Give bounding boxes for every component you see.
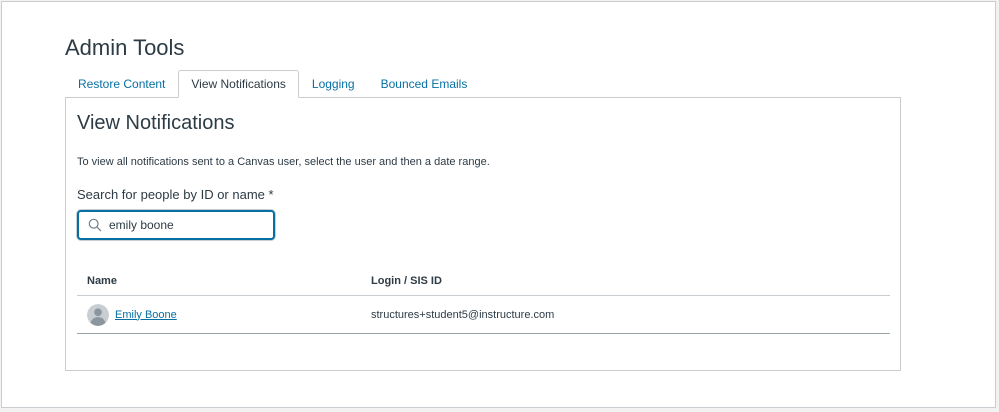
view-notifications-panel: View Notifications To view all notificat…: [65, 97, 901, 371]
panel-title: View Notifications: [77, 112, 235, 134]
page-title: Admin Tools: [65, 35, 185, 60]
search-input[interactable]: [109, 216, 269, 234]
tab-restore-content[interactable]: Restore Content: [65, 70, 178, 97]
column-header-login: Login / SIS ID: [371, 275, 442, 287]
tab-logging[interactable]: Logging: [299, 70, 368, 97]
panel-description: To view all notifications sent to a Canv…: [77, 156, 490, 168]
name-cell: Emily Boone: [77, 303, 361, 326]
default-avatar-icon: [87, 303, 109, 326]
results-header-row: Name Login / SIS ID: [77, 270, 890, 296]
search-icon: [88, 218, 102, 232]
search-field[interactable]: [77, 210, 275, 240]
admin-tools-tabs: Restore Content View Notifications Loggi…: [65, 70, 480, 98]
user-link-emily-boone[interactable]: Emily Boone: [115, 309, 177, 321]
tab-view-notifications[interactable]: View Notifications: [178, 70, 299, 98]
app-frame: Admin Tools Restore Content View Notific…: [1, 1, 996, 408]
results-table: Name Login / SIS ID Emily Boone structur…: [77, 270, 890, 334]
tab-bounced-emails[interactable]: Bounced Emails: [368, 70, 481, 97]
table-row: Emily Boone structures+student5@instruct…: [77, 296, 890, 334]
column-header-name: Name: [87, 275, 117, 287]
login-cell: structures+student5@instructure.com: [371, 308, 555, 321]
search-label: Search for people by ID or name *: [77, 187, 274, 202]
